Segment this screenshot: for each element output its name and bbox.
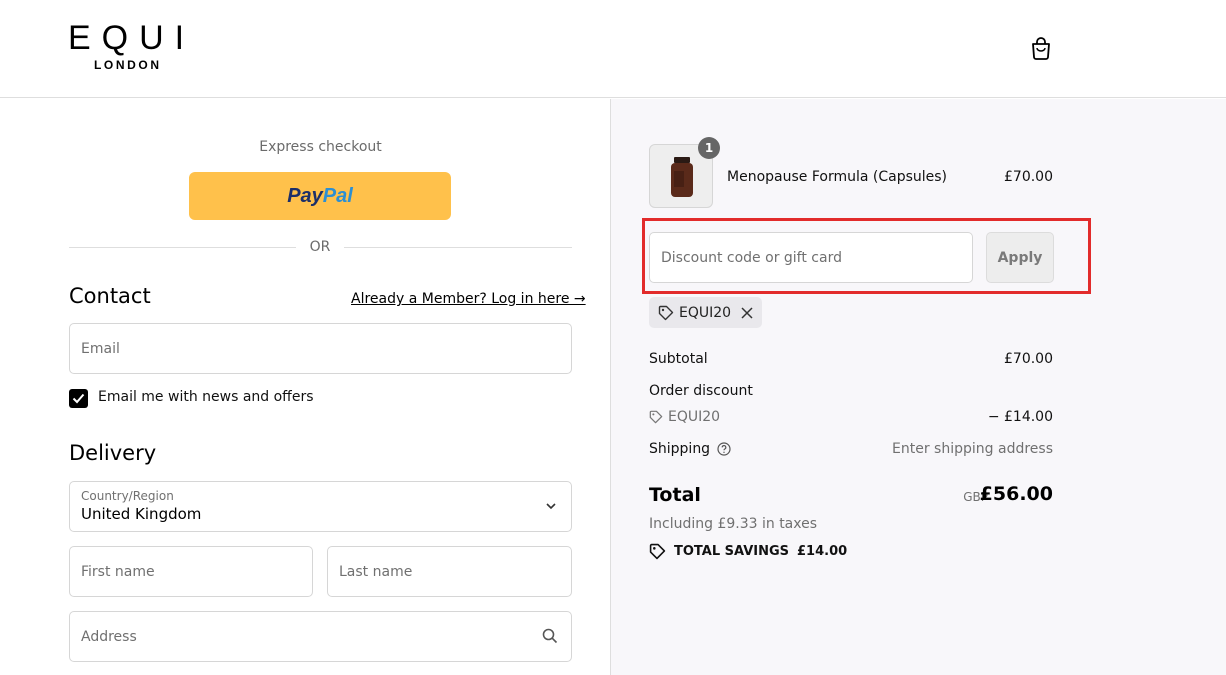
- discount-code-row: EQUI20: [649, 409, 720, 425]
- shipping-row: Shipping: [649, 441, 731, 457]
- checkout-form-panel: Express checkout Pay Pal OR Contact Alrea…: [0, 99, 610, 675]
- shipping-label: Shipping: [649, 441, 711, 457]
- member-login-link[interactable]: Already a Member? Log in here →: [351, 291, 586, 307]
- discount-code-text: EQUI20: [668, 409, 721, 425]
- savings-value: £14.00: [797, 544, 848, 559]
- address-placeholder: Address: [81, 628, 137, 645]
- equi-logo[interactable]: EQUI LONDON: [68, 20, 188, 72]
- total-savings: TOTAL SAVINGS £14.00: [649, 543, 847, 560]
- contact-heading: Contact: [69, 284, 151, 308]
- country-select[interactable]: Country/Region United Kingdom: [69, 481, 572, 532]
- remove-discount-icon[interactable]: [741, 306, 753, 319]
- email-field[interactable]: Email: [69, 323, 572, 374]
- checkmark-icon: [72, 393, 85, 404]
- paypal-logo-pal: Pal: [322, 184, 353, 207]
- applied-code-label: EQUI20: [679, 304, 732, 321]
- search-icon: [542, 628, 558, 644]
- first-name-field[interactable]: First name: [69, 546, 313, 597]
- discount-code-input[interactable]: Discount code or gift card: [649, 232, 973, 283]
- discount-value: − £14.00: [987, 409, 1053, 425]
- express-checkout-title: Express checkout: [259, 139, 382, 155]
- paypal-logo-pay: Pay: [287, 184, 323, 207]
- savings-tag-icon: [649, 543, 666, 560]
- newsletter-checkbox[interactable]: [69, 389, 88, 408]
- subtotal-value: £70.00: [1004, 351, 1053, 367]
- first-name-placeholder: First name: [81, 563, 155, 580]
- paypal-button[interactable]: Pay Pal: [189, 172, 451, 220]
- savings-label: TOTAL SAVINGS: [674, 544, 790, 559]
- last-name-field[interactable]: Last name: [327, 546, 572, 597]
- total-label: Total: [649, 484, 701, 506]
- delivery-heading: Delivery: [69, 441, 157, 465]
- shopping-bag-icon[interactable]: [1030, 36, 1052, 60]
- applied-discount-tag: EQUI20: [649, 297, 762, 328]
- shipping-value: Enter shipping address: [892, 441, 1053, 457]
- total-value: £56.00: [979, 483, 1053, 505]
- apply-discount-button[interactable]: Apply: [986, 232, 1054, 283]
- email-placeholder: Email: [81, 340, 120, 357]
- order-summary-panel: 1 Menopause Formula (Capsules) £70.00 Di…: [610, 99, 1226, 675]
- or-divider-label: OR: [296, 239, 344, 255]
- tag-icon: [658, 305, 674, 320]
- subtotal-label: Subtotal: [649, 351, 708, 367]
- product-price: £70.00: [1004, 169, 1053, 185]
- quantity-badge: 1: [698, 137, 720, 159]
- address-field[interactable]: Address: [69, 611, 572, 662]
- product-name: Menopause Formula (Capsules): [727, 169, 948, 185]
- taxes-note: Including £9.33 in taxes: [649, 516, 818, 532]
- country-label: Country/Region: [81, 489, 174, 503]
- tag-icon: [649, 410, 663, 424]
- newsletter-label: Email me with news and offers: [98, 389, 314, 405]
- help-icon[interactable]: [717, 442, 731, 456]
- logo-sub-text: LONDON: [94, 58, 162, 72]
- chevron-down-icon: [546, 503, 556, 510]
- last-name-placeholder: Last name: [339, 563, 413, 580]
- country-value: United Kingdom: [81, 505, 202, 523]
- order-discount-label: Order discount: [649, 383, 753, 399]
- logo-main-text: EQUI: [68, 19, 196, 57]
- site-header: EQUI LONDON: [0, 0, 1226, 98]
- discount-placeholder: Discount code or gift card: [661, 249, 842, 266]
